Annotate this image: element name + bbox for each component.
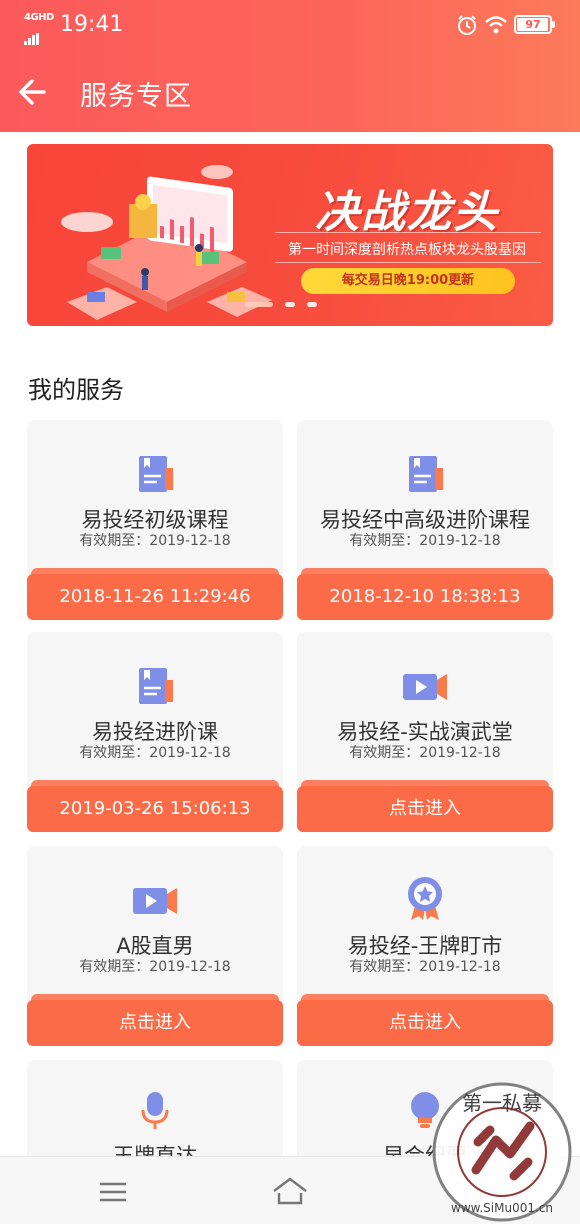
book-icon (139, 668, 173, 704)
service-expiry: 有效期至：2019-12-18 (349, 959, 501, 975)
card-body (297, 632, 553, 787)
service-card[interactable]: 易投经进阶课 有效期至：2019-12-18 2019-03-26 15:06:… (27, 632, 283, 832)
service-expiry: 有效期至：2019-12-18 (79, 533, 231, 549)
watermark-top-text: 第一私募 (462, 1091, 542, 1115)
video-camera-icon (403, 674, 447, 700)
carousel-dot[interactable] (307, 302, 317, 307)
card-body (27, 420, 283, 575)
service-action-button[interactable]: 2018-12-10 18:38:13 (297, 568, 553, 620)
card-body (27, 632, 283, 787)
service-card[interactable]: 易投经-实战演武堂 有效期至：2019-12-18 点击进入 (297, 632, 553, 832)
service-expiry: 有效期至：2019-12-18 (349, 533, 501, 549)
enter-button[interactable]: 点击进入 (297, 994, 553, 1046)
service-card[interactable]: 易投经初级课程 有效期至：2019-12-18 2018-11-26 11:29… (27, 420, 283, 620)
arrow-left-icon[interactable] (14, 72, 54, 112)
enter-button[interactable]: 点击进入 (297, 780, 553, 832)
section-title: 我的服务 (28, 376, 124, 404)
battery-icon: 97 (514, 15, 555, 34)
banner-subtitle: 第一时间深度剖析热点板块龙头股基因 (288, 242, 526, 258)
service-card[interactable]: 易投经中高级进阶课程 有效期至：2019-12-18 2018-12-10 18… (297, 420, 553, 620)
service-expiry: 有效期至：2019-12-18 (349, 745, 501, 761)
home-icon[interactable] (270, 1175, 310, 1207)
service-action-button[interactable]: 2018-11-26 11:29:46 (27, 568, 283, 620)
medal-icon (408, 877, 442, 920)
alarm-icon (458, 15, 476, 35)
status-time: 19:41 (60, 12, 124, 37)
carousel-dot-active[interactable] (245, 302, 273, 307)
book-icon (139, 456, 173, 492)
service-expiry: 有效期至：2019-12-18 (79, 745, 231, 761)
divider (275, 262, 541, 263)
watermark-seal-icon: 第一私募 www.SiMu001.cn (432, 1082, 572, 1222)
service-card[interactable]: 王牌直达 (27, 1060, 283, 1156)
service-name: 王牌直达 (113, 1144, 197, 1156)
service-card[interactable]: A股直男 有效期至：2019-12-18 点击进入 (27, 846, 283, 1046)
network-label: 4GHD (24, 12, 54, 23)
signal-icon (24, 26, 40, 45)
card-body (27, 846, 283, 1001)
video-camera-icon (133, 888, 177, 914)
banner-illustration (61, 165, 272, 320)
app-bar: 4GHD 19:41 97 服务专区 (0, 0, 580, 132)
divider (275, 232, 541, 233)
service-card[interactable]: 易投经-王牌盯市 有效期至：2019-12-18 点击进入 (297, 846, 553, 1046)
network-indicator: 4GHD (24, 12, 54, 45)
enter-button[interactable]: 点击进入 (27, 994, 283, 1046)
microphone-icon (141, 1092, 169, 1129)
carousel-dot[interactable] (285, 302, 295, 307)
page-title: 服务专区 (80, 81, 192, 112)
banner-pill: 每交易日晚19:00更新 (301, 268, 515, 294)
promo-banner[interactable]: 决战龙头 第一时间深度剖析热点板块龙头股基因 每交易日晚19:00更新 (27, 144, 553, 326)
service-action-button[interactable]: 2019-03-26 15:06:13 (27, 780, 283, 832)
battery-level: 97 (525, 18, 541, 31)
wifi-icon (485, 16, 507, 34)
book-icon (409, 456, 443, 492)
watermark-bottom-text: www.SiMu001.cn (451, 1201, 553, 1215)
menu-icon[interactable] (98, 1181, 128, 1203)
card-body (297, 846, 553, 1001)
status-bar: 4GHD 19:41 97 (0, 0, 580, 52)
banner-headline: 决战龙头 (315, 187, 499, 238)
card-body (297, 420, 553, 575)
service-expiry: 有效期至：2019-12-18 (79, 959, 231, 975)
